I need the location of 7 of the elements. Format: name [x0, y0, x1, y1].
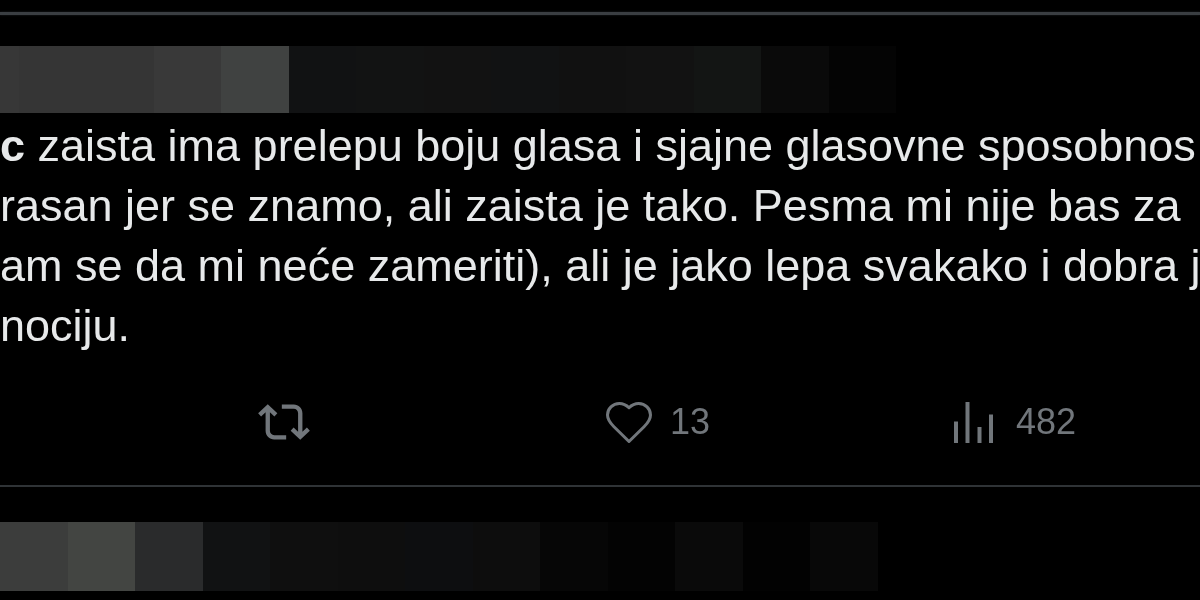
repost-icon — [258, 404, 310, 440]
like-button[interactable]: 13 — [606, 401, 711, 443]
views-button[interactable]: 482 — [954, 401, 1077, 443]
tweet-text: c zaista ima prelepu boju glasa i sjajne glasovne sposobnos rasan jer se znamo, ali zaista je tako. Pesma mi nije bas za am se da mi neće zameriti), ali je jako lepa svakako i dobra j nociju. — [0, 119, 1200, 353]
bar-chart-icon — [954, 401, 994, 443]
repost-button[interactable] — [258, 404, 310, 440]
heart-icon — [606, 401, 652, 443]
